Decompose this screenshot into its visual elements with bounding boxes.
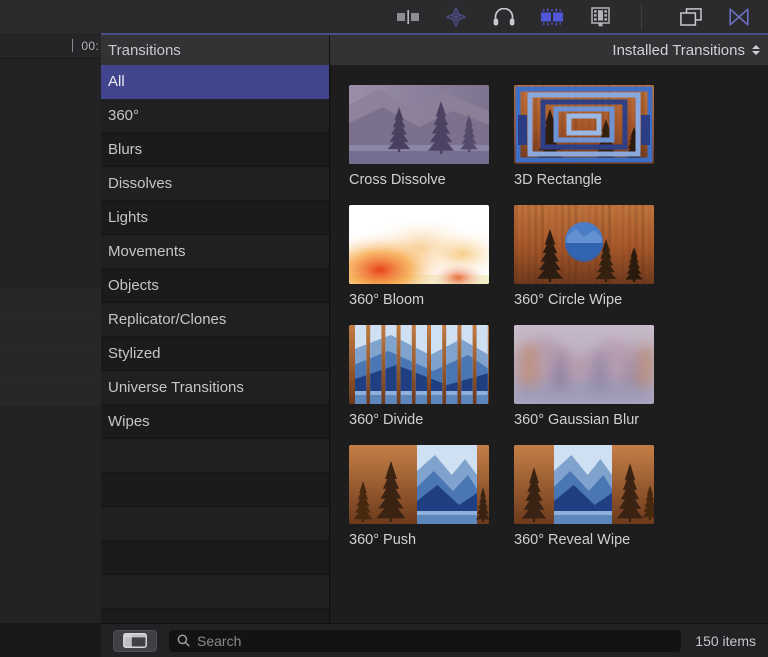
top-toolbar xyxy=(0,0,768,33)
category-label: Lights xyxy=(108,209,149,226)
browser-bottom-bar: Search 150 items xyxy=(101,623,768,657)
transition-item[interactable]: 360° Divide xyxy=(349,325,504,430)
category-sidebar[interactable]: All 360° Blurs Dissolves Lights Movements Obje… xyxy=(101,65,330,625)
transition-label: 360° Gaussian Blur xyxy=(514,412,640,428)
category-label: Universe Transitions xyxy=(108,379,244,396)
chevron-updown-icon xyxy=(752,45,760,55)
category-filler-row xyxy=(101,439,329,473)
category-item[interactable]: All xyxy=(101,65,329,99)
transition-thumbnail[interactable] xyxy=(349,445,489,524)
transition-item[interactable]: 360° Bloom xyxy=(349,205,504,310)
headphones-icon[interactable] xyxy=(491,6,517,28)
category-filler-row xyxy=(101,541,329,575)
transition-label: 3D Rectangle xyxy=(514,172,602,188)
category-item[interactable]: Objects xyxy=(101,269,329,303)
category-filler-row xyxy=(101,507,329,541)
color-board-icon[interactable] xyxy=(443,6,469,28)
category-label: Objects xyxy=(108,277,159,294)
transition-label: Cross Dissolve xyxy=(349,172,446,188)
category-item[interactable]: Lights xyxy=(101,201,329,235)
transition-thumbnail[interactable] xyxy=(349,85,489,164)
item-count-label: 150 items xyxy=(695,632,756,649)
category-label: 360° xyxy=(108,107,140,124)
transition-label: 360° Push xyxy=(349,532,417,548)
category-filler-row xyxy=(101,473,329,507)
sidebar-toggle-button[interactable] xyxy=(113,629,157,652)
category-label: Replicator/Clones xyxy=(108,311,227,328)
transitions-browser-icon[interactable] xyxy=(539,6,565,28)
timeline-background: 00: xyxy=(0,33,101,657)
timecode-label: 00: xyxy=(81,38,99,53)
timeline-clip[interactable] xyxy=(0,288,101,406)
category-item[interactable]: Replicator/Clones xyxy=(101,303,329,337)
timeline-lane-line xyxy=(0,345,101,346)
browser-header: Transitions Installed Transitions xyxy=(101,35,768,65)
category-item[interactable]: Movements xyxy=(101,235,329,269)
category-item[interactable]: Blurs xyxy=(101,133,329,167)
category-item[interactable]: Wipes xyxy=(101,405,329,439)
transition-thumbnail[interactable] xyxy=(514,325,654,404)
browser-title: Transitions xyxy=(108,41,181,59)
category-item[interactable]: Stylized xyxy=(101,337,329,371)
timeline-ruler[interactable]: 00: xyxy=(0,33,101,59)
search-input[interactable]: Search xyxy=(169,629,682,652)
search-placeholder: Search xyxy=(197,632,242,649)
transition-item[interactable]: 360° Gaussian Blur xyxy=(514,325,669,430)
window-layers-icon[interactable] xyxy=(678,6,704,28)
transition-item[interactable]: Cross Dissolve xyxy=(349,85,504,190)
bowtie-transition-icon[interactable] xyxy=(726,6,752,28)
timeline-lane-line xyxy=(0,313,101,314)
popup-label: Installed Transitions xyxy=(612,41,745,59)
transition-item[interactable]: 360° Circle Wipe xyxy=(514,205,669,310)
category-label: Stylized xyxy=(108,345,161,362)
category-label: Wipes xyxy=(108,413,150,430)
category-label: Dissolves xyxy=(108,175,173,192)
transition-thumbnail[interactable] xyxy=(514,205,654,284)
transition-label: 360° Bloom xyxy=(349,292,425,308)
transition-thumbnail[interactable] xyxy=(349,205,489,284)
timeline-bottom-corner xyxy=(0,623,101,657)
filmstrip-icon[interactable] xyxy=(587,6,613,28)
transitions-browser: Transitions Installed Transitions All 360… xyxy=(101,33,768,657)
transition-item[interactable]: 360° Push xyxy=(349,445,504,550)
installed-transitions-popup[interactable]: Installed Transitions xyxy=(330,35,768,65)
transition-label: 360° Divide xyxy=(349,412,424,428)
toolbar-button-group xyxy=(395,3,768,30)
category-label: All xyxy=(108,73,125,90)
transition-item[interactable]: 3D Rectangle xyxy=(514,85,669,190)
category-item[interactable]: Dissolves xyxy=(101,167,329,201)
transition-thumbnail[interactable] xyxy=(514,445,654,524)
category-label: Movements xyxy=(108,243,186,260)
transitions-grid[interactable]: Cross Dissolve 3D Rectangle 360° Bloom 3… xyxy=(331,65,768,625)
category-label: Blurs xyxy=(108,141,143,158)
transition-label: 360° Circle Wipe xyxy=(514,292,623,308)
transition-label: 360° Reveal Wipe xyxy=(514,532,631,548)
app-window: 00: Transitions Installed Transitions Al… xyxy=(0,0,768,657)
transition-item[interactable]: 360° Reveal Wipe xyxy=(514,445,669,550)
category-filler-row xyxy=(101,575,329,609)
timeline-lane-line xyxy=(0,377,101,378)
transition-thumbnail[interactable] xyxy=(349,325,489,404)
playhead-icon xyxy=(72,39,74,52)
search-icon xyxy=(177,634,190,647)
transition-thumbnail[interactable] xyxy=(514,85,654,164)
crop-transform-icon[interactable] xyxy=(395,6,421,28)
category-item[interactable]: 360° xyxy=(101,99,329,133)
category-item[interactable]: Universe Transitions xyxy=(101,371,329,405)
browser-sidebar-header: Transitions xyxy=(101,35,330,65)
toolbar-divider xyxy=(641,3,642,30)
